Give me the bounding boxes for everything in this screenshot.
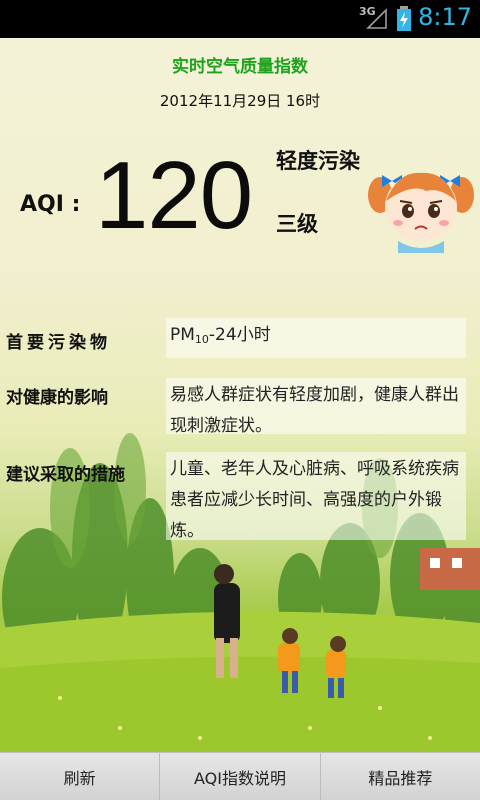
recommend-button[interactable]: 精品推荐 — [321, 753, 480, 800]
aqi-value: 120 — [95, 142, 253, 249]
signal-icon — [366, 8, 387, 29]
pollutant-suffix: -24小时 — [208, 325, 271, 345]
primary-pollutant-label: 首要污染物 — [6, 333, 111, 353]
health-effect-label: 对健康的影响 — [6, 388, 108, 408]
pollution-level: 轻度污染 — [276, 149, 360, 173]
refresh-button[interactable]: 刷新 — [0, 753, 161, 800]
pollutant-subscript: 10 — [194, 333, 209, 346]
worried-girl-mascot-icon — [368, 172, 474, 253]
clock: 8:17 — [418, 3, 472, 31]
recommendation-label: 建议采取的措施 — [6, 465, 125, 485]
aqi-explain-button[interactable]: AQI指数说明 — [160, 753, 321, 800]
health-effect-value: 易感人群症状有轻度加剧，健康人群出现刺激症状。 — [166, 378, 466, 436]
recommendation-value: 儿童、老年人及心脏病、呼吸系统疾病患者应减少长时间、高强度的户外锻炼。 — [166, 452, 466, 541]
battery-charging-icon — [397, 6, 411, 31]
status-bar: 3G 8:17 — [0, 0, 480, 38]
primary-pollutant-value: PM10-24小时 — [166, 318, 466, 358]
bottom-nav: 刷新 AQI指数说明 精品推荐 — [0, 752, 480, 800]
aqi-label: AQI : — [20, 192, 81, 217]
aqi-grade: 三级 — [276, 212, 318, 236]
page-title: 实时空气质量指数 — [172, 57, 308, 77]
update-timestamp: 2012年11月29日 16时 — [159, 92, 321, 110]
pollutant-prefix: PM — [170, 325, 195, 345]
